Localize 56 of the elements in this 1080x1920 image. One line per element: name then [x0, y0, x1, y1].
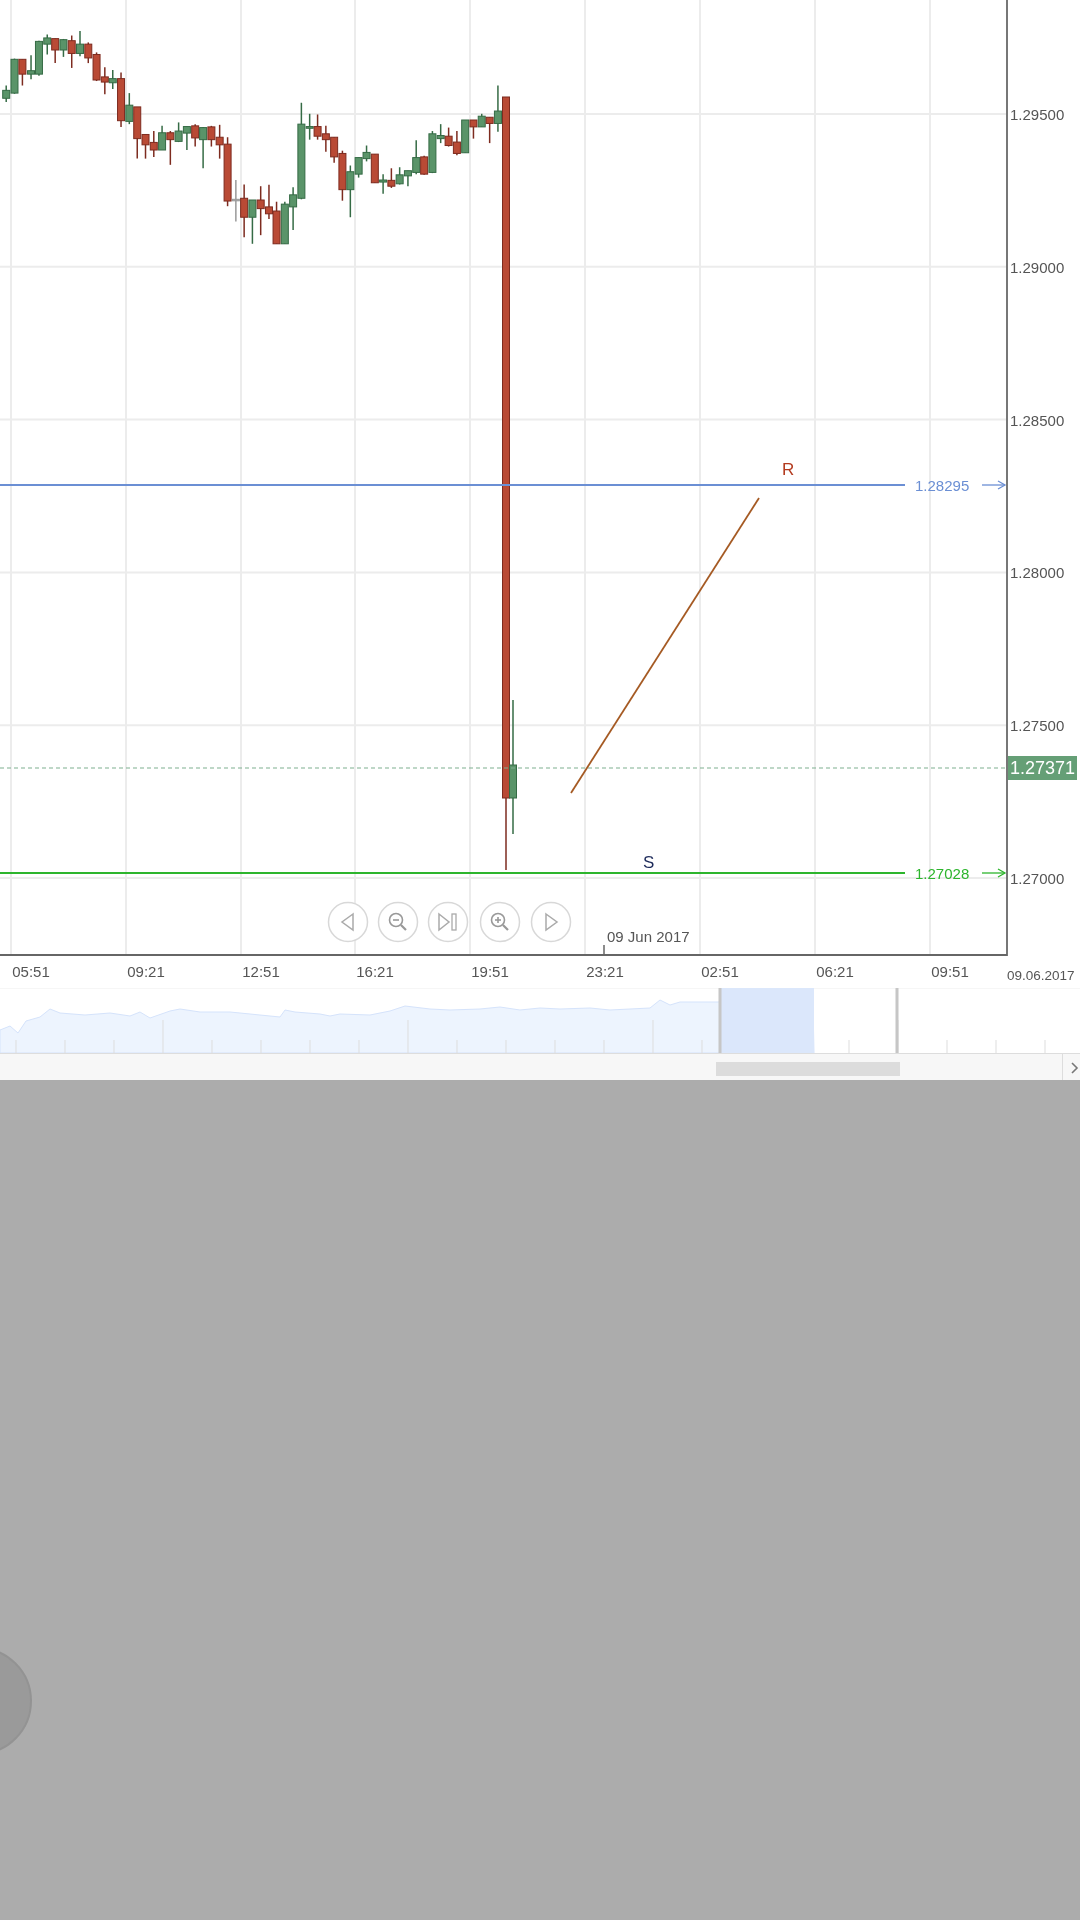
candlestick [149, 130, 158, 158]
time-axis-label: 09:21 [127, 963, 165, 980]
price-axis-label: 1.28500 [1010, 411, 1065, 429]
time-axis-label: 02:51 [701, 963, 739, 980]
candlestick [256, 185, 265, 236]
time-axis-label: 06:21 [816, 963, 854, 980]
support-label: S [643, 853, 655, 872]
candlestick [158, 125, 167, 151]
end-button[interactable] [427, 901, 469, 943]
candlestick [444, 126, 453, 148]
candlestick [321, 125, 330, 153]
time-axis-label: 16:21 [356, 963, 394, 980]
next-button[interactable] [530, 901, 572, 943]
price-axis-label: 1.27000 [1010, 870, 1065, 887]
date-marker-label: 09 Jun 2017 [607, 928, 690, 945]
arrow-right-icon [981, 868, 1007, 878]
candlestick [379, 173, 388, 195]
scrollbar-thumb[interactable] [716, 1062, 900, 1076]
price-level-label: 1.28295 [915, 477, 970, 494]
zoom-out-button[interactable] [377, 901, 419, 943]
chevron-right-icon[interactable] [1071, 1062, 1079, 1074]
time-axis-label: 23:21 [586, 963, 624, 980]
candlestick [264, 184, 273, 220]
time-axis-label: 09:51 [931, 963, 969, 980]
resistance-label: R [782, 460, 795, 479]
candlestick [452, 130, 461, 156]
time-axis-label: 05:51 [12, 963, 50, 980]
candlestick [92, 51, 101, 82]
candlestick [27, 54, 36, 81]
price-axis-label: 1.29500 [1010, 106, 1065, 123]
current-price-tag: 1.27371 [1008, 756, 1078, 780]
price-axis-label: 1.27500 [1010, 717, 1065, 735]
candlestick [313, 113, 322, 141]
candlestick [18, 58, 27, 87]
end-date-label: 09.06.2017 [1007, 968, 1075, 983]
time-axis-label: 12:51 [242, 963, 280, 980]
candlestick [100, 66, 109, 95]
candlestick [248, 199, 257, 245]
range-handle[interactable] [895, 988, 899, 1053]
candlestick [395, 166, 404, 186]
price-axis-label: 1.28000 [1010, 564, 1065, 582]
zoom-in-button[interactable] [479, 901, 521, 943]
arrow-right-icon [981, 480, 1007, 490]
price-level-label: 1.27028 [915, 865, 970, 882]
candlestick [84, 41, 93, 64]
candlestick [280, 200, 289, 245]
candlestick [182, 125, 191, 151]
prev-button[interactable] [327, 901, 369, 943]
candlestick [51, 37, 60, 64]
candlestick [387, 167, 396, 189]
range-handle[interactable] [718, 988, 722, 1053]
candlestick [272, 200, 281, 245]
time-axis-label: 19:51 [471, 963, 509, 980]
overview-selection[interactable] [720, 988, 814, 1053]
price-axis-label: 1.29000 [1010, 258, 1065, 276]
candlestick [240, 183, 249, 238]
